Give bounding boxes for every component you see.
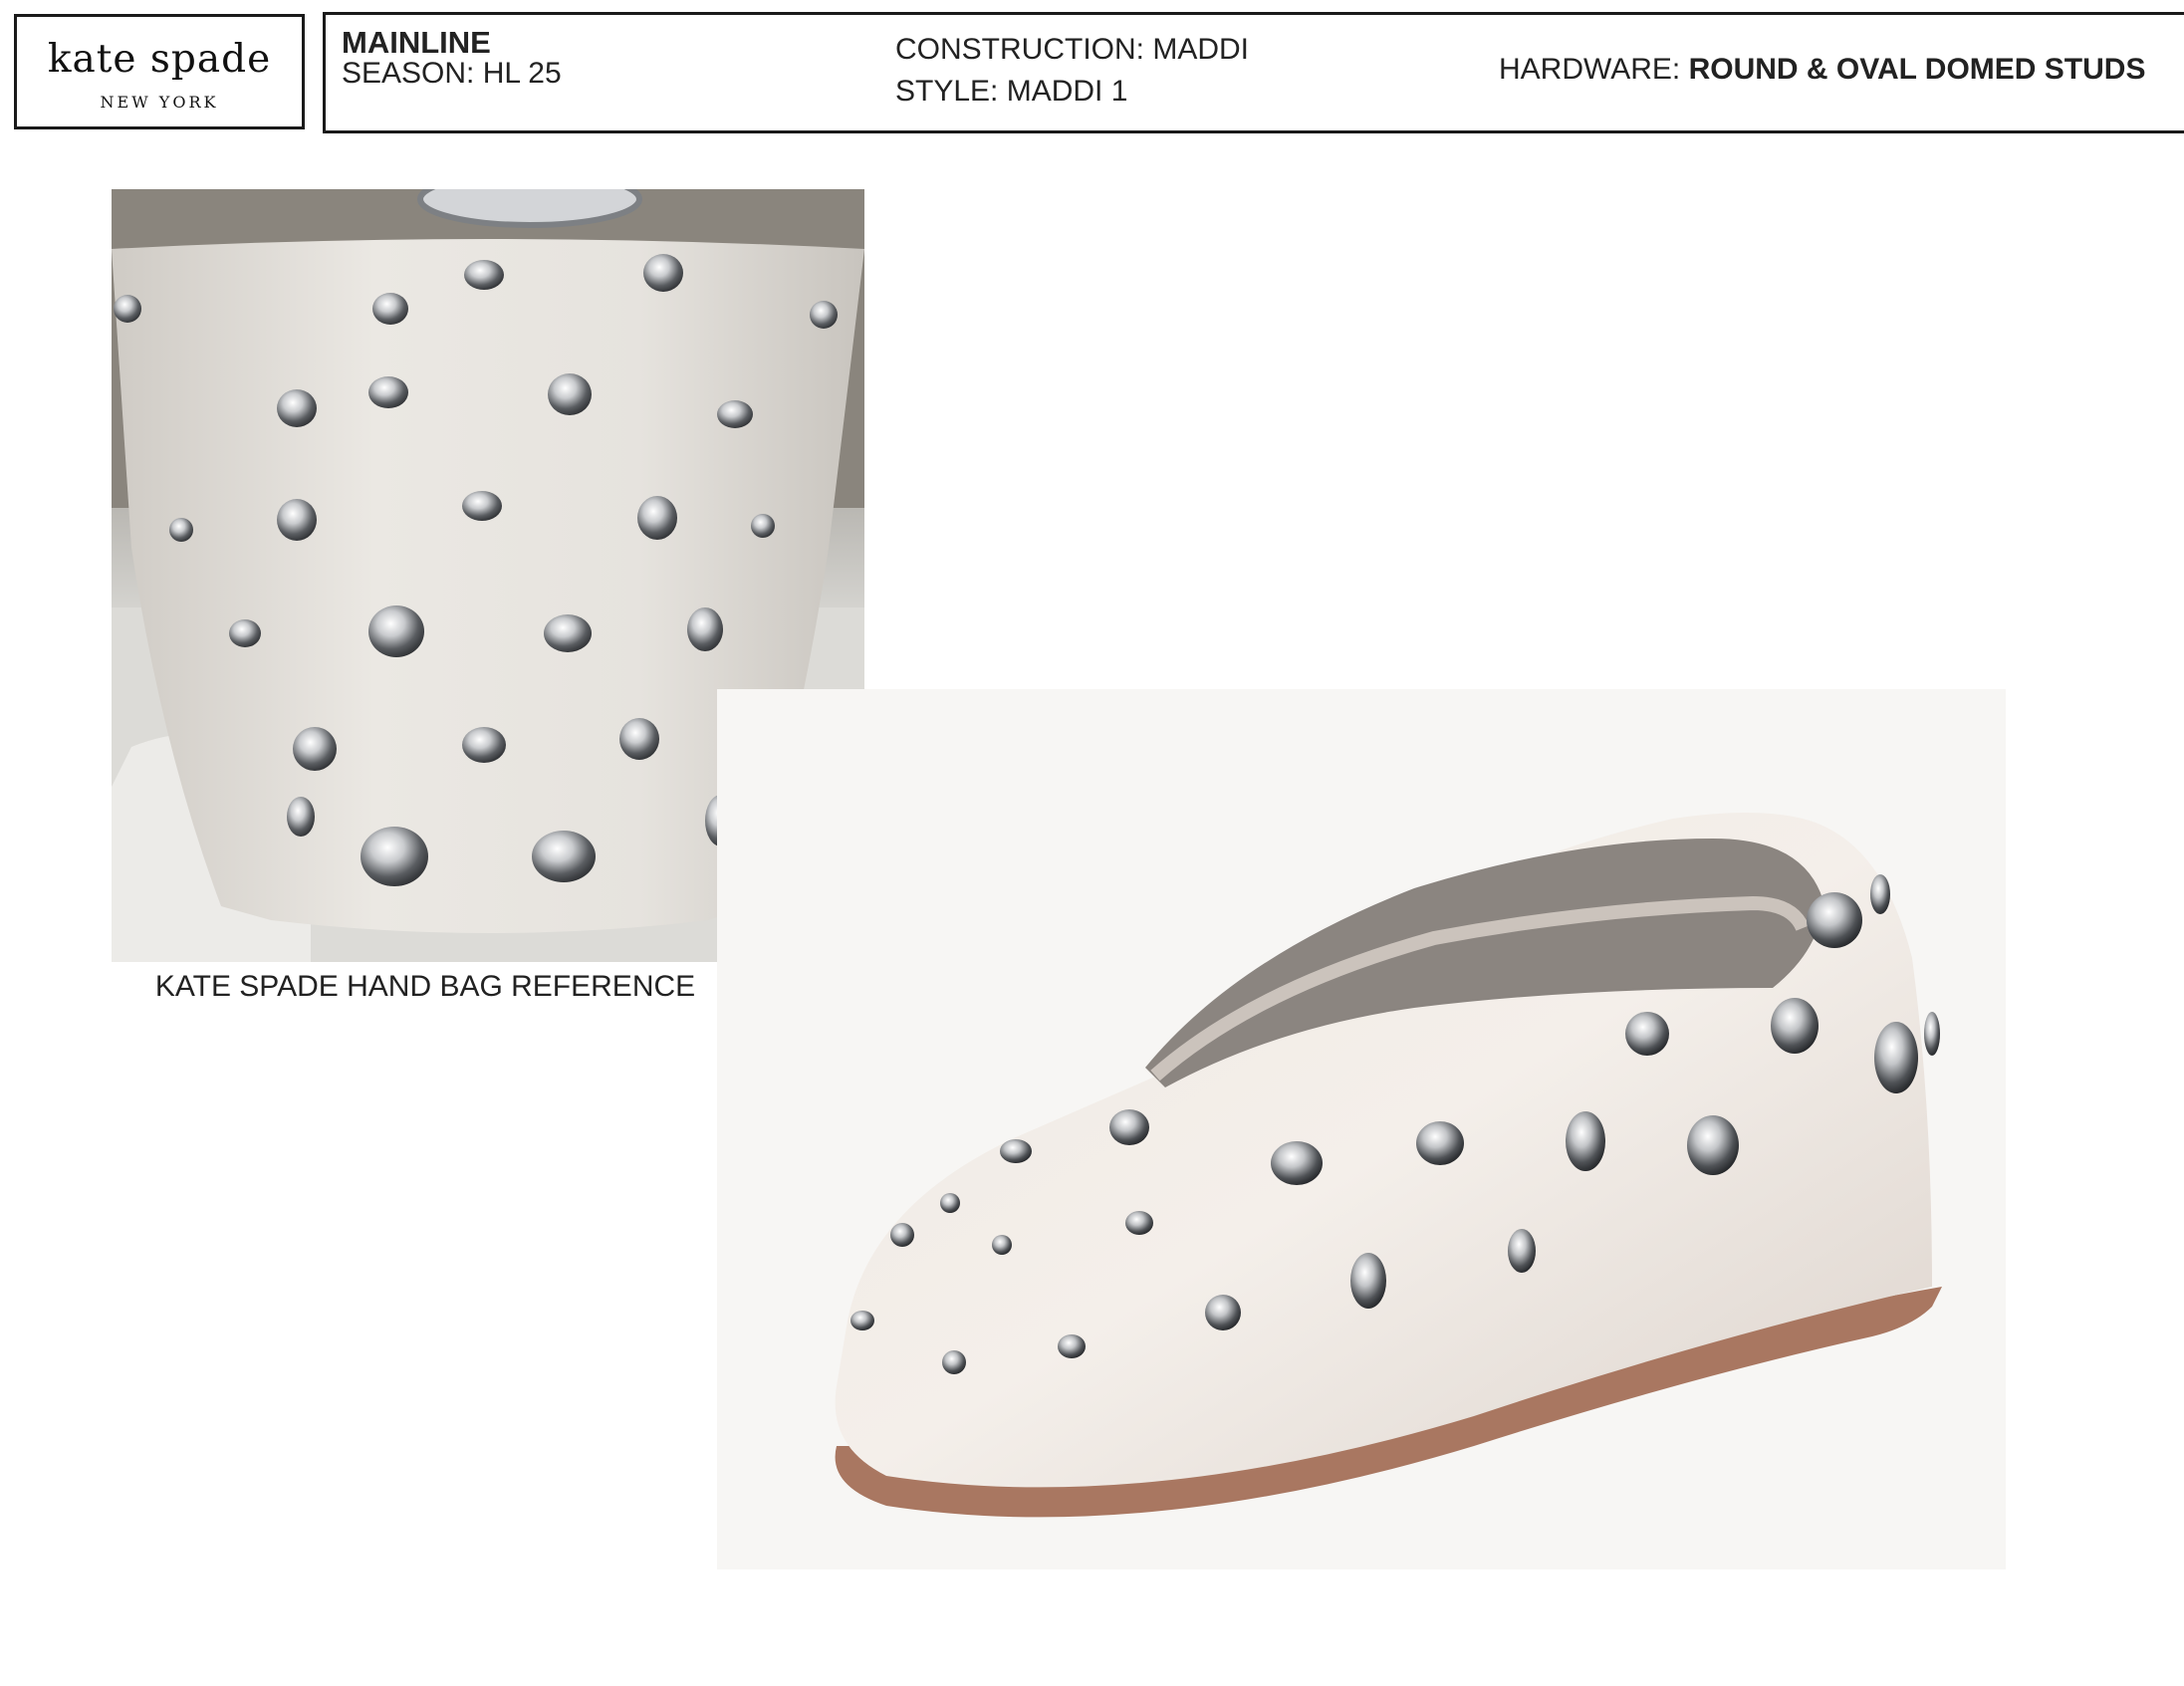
hardware-value: ROUND & OVAL DOMED STUDS — [1688, 53, 2146, 86]
hardware-label: HARDWARE: ROUND & OVAL DOMED STUDS — [1499, 53, 2145, 87]
spec-header-box: MAINLINE SEASON: HL 25 CONSTRUCTION: MAD… — [323, 12, 2184, 133]
season-label: SEASON: HL 25 — [342, 57, 562, 90]
hardware-label-prefix: HARDWARE: — [1499, 53, 1689, 86]
brand-logo-box: kate spade NEW YORK — [14, 14, 305, 129]
style-label: STYLE: MADDI 1 — [895, 75, 1128, 108]
shoe-render-photo — [717, 689, 2006, 1569]
brand-logo-city: NEW YORK — [100, 93, 219, 112]
handbag-reference-caption: KATE SPADE HAND BAG REFERENCE — [154, 970, 696, 1003]
construction-label: CONSTRUCTION: MADDI — [895, 33, 1249, 66]
line-label: MAINLINE — [342, 25, 491, 60]
brand-logo-name: kate spade — [47, 37, 272, 82]
